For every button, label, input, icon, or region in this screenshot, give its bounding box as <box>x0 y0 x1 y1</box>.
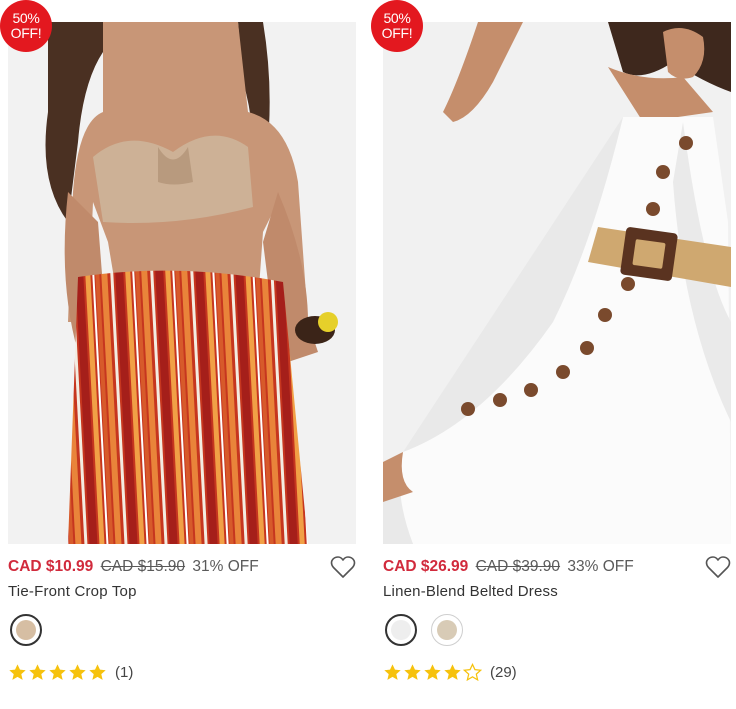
product-photo-belted-dress <box>383 22 731 544</box>
star-icon <box>29 663 46 680</box>
color-swatch[interactable] <box>10 614 42 646</box>
star-icon <box>444 663 461 680</box>
product-card[interactable]: 50% OFF! <box>371 0 735 709</box>
color-swatch[interactable] <box>385 614 417 646</box>
product-rating: (1) <box>8 661 133 683</box>
star-icon <box>89 663 106 680</box>
sale-badge-percent: 50% <box>383 10 411 26</box>
discount-label: 31% OFF <box>192 558 259 575</box>
product-photo-crop-top <box>8 22 356 544</box>
price-row: CAD $26.99 CAD $39.90 33% OFF <box>383 558 735 578</box>
star-icon <box>384 663 401 680</box>
rating-stars <box>8 663 107 682</box>
sale-badge-percent: 50% <box>12 10 40 26</box>
product-name[interactable]: Linen-Blend Belted Dress <box>383 583 558 600</box>
discount-label: 33% OFF <box>567 558 634 575</box>
product-image[interactable] <box>383 22 731 544</box>
original-price: CAD $15.90 <box>100 558 186 575</box>
review-count[interactable]: (1) <box>115 664 133 681</box>
product-rating: (29) <box>383 661 517 683</box>
price-row: CAD $10.99 CAD $15.90 31% OFF <box>8 558 360 578</box>
star-icon <box>9 663 26 680</box>
heart-outline-icon[interactable] <box>330 555 356 579</box>
color-swatch[interactable] <box>431 614 463 646</box>
sale-price: CAD $26.99 <box>383 558 469 575</box>
product-name[interactable]: Tie-Front Crop Top <box>8 583 137 600</box>
star-empty-icon <box>463 662 482 681</box>
star-icon <box>404 663 421 680</box>
star-icon <box>424 663 441 680</box>
color-swatches <box>10 614 42 648</box>
rating-stars <box>383 662 482 682</box>
sale-badge-off: OFF! <box>10 25 42 41</box>
product-image[interactable] <box>8 22 356 544</box>
color-swatches <box>385 614 463 648</box>
star-icon <box>49 663 66 680</box>
star-icon <box>69 663 86 680</box>
sale-badge: 50% OFF! <box>0 0 52 52</box>
product-card[interactable]: 50% OFF! <box>0 0 360 709</box>
sale-badge-off: OFF! <box>381 25 413 41</box>
original-price: CAD $39.90 <box>475 558 561 575</box>
sale-badge: 50% OFF! <box>371 0 423 52</box>
review-count[interactable]: (29) <box>490 664 517 681</box>
heart-outline-icon[interactable] <box>705 555 731 579</box>
sale-price: CAD $10.99 <box>8 558 94 575</box>
